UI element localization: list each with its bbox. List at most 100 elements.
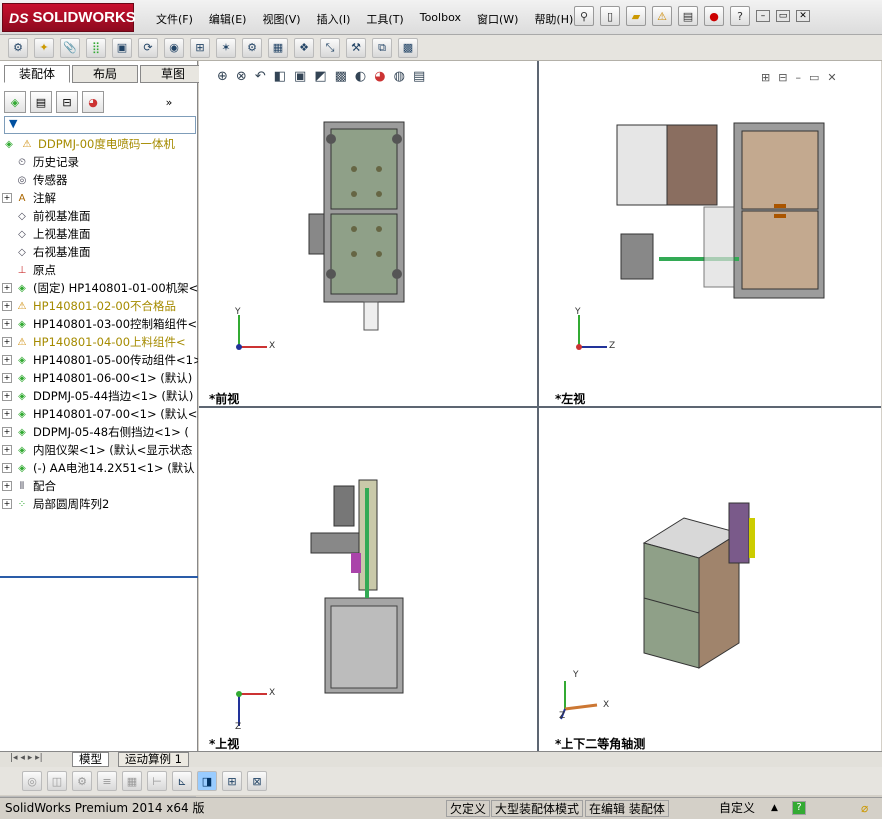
close-icon[interactable]: ✕ — [796, 10, 810, 22]
tree-root[interactable]: ◈ ⚠ DDPMJ-00度电喷码一体机 — [2, 135, 198, 153]
tree-item[interactable]: ⊥ 原点 — [2, 261, 198, 279]
property-manager-icon[interactable]: ▤ — [30, 91, 52, 113]
show-hidden-icon[interactable]: ◉ — [164, 37, 184, 58]
mate-icon[interactable]: 📎 — [60, 37, 80, 58]
menu-insert[interactable]: 插入(I) — [309, 9, 359, 29]
tree-item[interactable]: + ⫴ 配合 — [2, 477, 198, 495]
pin-icon[interactable]: ⚲ — [574, 6, 594, 26]
calculate-icon[interactable]: ◎ — [22, 771, 42, 791]
tree-item[interactable]: ◇ 上视基准面 — [2, 225, 198, 243]
expand-icon[interactable]: + — [2, 481, 12, 491]
new-motion-study-icon[interactable]: ⚙ — [242, 37, 262, 58]
configuration-manager-icon[interactable]: ⊟ — [56, 91, 78, 113]
tree-item[interactable]: + ◈ HP140801-05-00传动组件<1> — [2, 351, 198, 369]
print-icon[interactable]: ▤ — [678, 6, 698, 26]
bill-of-materials-icon[interactable]: ▦ — [268, 37, 288, 58]
viewport-isometric[interactable]: Y X Z *上下二等角轴测 — [539, 408, 881, 751]
tree-item[interactable]: + ◈ 内阻仪架<1> (默认<显示状态 — [2, 441, 198, 459]
viewport-layout-icon[interactable]: ⊞ — [761, 71, 770, 84]
tree-item[interactable]: + ◈ DDPMJ-05-48右侧挡边<1> ( — [2, 423, 198, 441]
play-from-start-icon[interactable]: ◫ — [47, 771, 67, 791]
expand-icon[interactable]: + — [2, 283, 12, 293]
viewport-front[interactable]: Y X *前视 — [199, 89, 537, 406]
tree-item[interactable]: + ⚠ HP140801-04-00上料组件< — [2, 333, 198, 351]
hide-show-items-icon[interactable]: ◐ — [355, 69, 366, 84]
expand-icon[interactable]: + — [2, 409, 12, 419]
traffic-light-icon[interactable]: ● — [704, 6, 724, 26]
dynamic-annotation-icon[interactable]: ▣ — [294, 69, 306, 84]
tree-item[interactable]: + ◈ HP140801-03-00控制箱组件< — [2, 315, 198, 333]
viewport-close-icon[interactable]: ✕ — [827, 71, 836, 84]
tree-item[interactable]: + ◈ HP140801-07-00<1> (默认< — [2, 405, 198, 423]
tree-item[interactable]: + ⚠ HP140801-02-00不合格品 — [2, 297, 198, 315]
viewport-top[interactable]: X Z *上视 — [199, 408, 537, 751]
menu-view[interactable]: 视图(V) — [254, 9, 308, 29]
edit-appearance-icon[interactable]: ◕ — [374, 69, 385, 84]
expand-icon[interactable]: + — [2, 301, 12, 311]
expand-icon[interactable]: + — [2, 445, 12, 455]
new-file-icon[interactable]: ▯ — [600, 6, 620, 26]
section-view-icon[interactable]: ◧ — [274, 69, 286, 84]
tab-motion-study[interactable]: 运动算例 1 — [118, 752, 189, 767]
help-icon[interactable]: ? — [730, 6, 750, 26]
menu-file[interactable]: 文件(F) — [148, 9, 201, 29]
tree-filter[interactable]: ▼ — [4, 116, 196, 134]
menu-tools[interactable]: 工具(T) — [358, 9, 411, 29]
tree-item[interactable]: ⏲ 历史记录 — [2, 153, 198, 171]
rebuild-warning-icon[interactable]: ⚠ — [652, 6, 672, 26]
tab-sketch[interactable]: 草图 — [140, 65, 206, 83]
exploded-view-icon[interactable]: ❖ — [294, 37, 314, 58]
insert-component-icon[interactable]: ✦ — [34, 37, 54, 58]
quick-tips-icon[interactable]: ? — [792, 801, 806, 815]
tree-item[interactable]: + ⁘ 局部圆周阵列2 — [2, 495, 198, 513]
expand-icon[interactable]: + — [2, 373, 12, 383]
update-speedpak-icon[interactable]: ⧉ — [372, 37, 392, 58]
menu-edit[interactable]: 编辑(E) — [201, 9, 255, 29]
reference-geometry-icon[interactable]: ✶ — [216, 37, 236, 58]
tab-layout[interactable]: 布局 — [72, 65, 138, 83]
expand-icon[interactable]: + — [2, 337, 12, 347]
tree-item[interactable]: ◇ 前视基准面 — [2, 207, 198, 225]
timeline-icon[interactable]: ⊢ — [147, 771, 167, 791]
viewport-minimize-icon[interactable]: – — [795, 71, 801, 84]
viewport-left[interactable]: Y Z *左视 — [539, 89, 881, 406]
tab-model[interactable]: 模型 — [72, 752, 109, 767]
view-orientation-icon[interactable]: ◩ — [314, 69, 326, 84]
zoom-area-icon[interactable]: ⊗ — [236, 69, 247, 84]
viewport-restore-icon[interactable]: ▭ — [809, 71, 819, 84]
tab-assembly[interactable]: 装配体 — [4, 65, 70, 83]
feature-manager-icon[interactable]: ◈ — [4, 91, 26, 113]
table-icon[interactable]: ⊞ — [222, 771, 242, 791]
open-file-icon[interactable]: ▰ — [626, 6, 646, 26]
expand-icon[interactable]: + — [2, 499, 12, 509]
smart-fasteners-icon[interactable]: ▣ — [112, 37, 132, 58]
display-style-icon[interactable]: ▩ — [335, 69, 347, 84]
explode-line-icon[interactable]: ⤡ — [320, 37, 340, 58]
instant3d-icon[interactable]: ⚒ — [346, 37, 366, 58]
expand-panel-icon[interactable]: » — [158, 91, 180, 113]
expand-icon[interactable]: + — [2, 391, 12, 401]
stop-icon[interactable]: ≡ — [97, 771, 117, 791]
tree-item[interactable]: + ◈ (-) AA电池14.2X51<1> (默认 — [2, 459, 198, 477]
tree-item[interactable]: ◇ 右视基准面 — [2, 243, 198, 261]
graphics-area[interactable]: ⊕ ⊗ ↶ ◧ ▣ ◩ ▩ ◐ ◕ ◍ ▤ ⊞ ⊟ – ▭ ✕ Y X *前视 … — [199, 61, 881, 751]
zoom-to-fit-icon[interactable]: ⊕ — [217, 69, 228, 84]
edit-component-icon[interactable]: ⚙ — [8, 37, 28, 58]
linear-pattern-icon[interactable]: ⣿ — [86, 37, 106, 58]
results-plot-icon[interactable]: ⊾ — [172, 771, 192, 791]
expand-icon[interactable]: + — [2, 427, 12, 437]
expand-icon[interactable]: + — [2, 463, 12, 473]
status-units[interactable]: 自定义 — [716, 800, 758, 817]
tree-item[interactable]: + ◈ DDPMJ-05-44挡边<1> (默认) — [2, 387, 198, 405]
status-large-assembly-mode[interactable]: 大型装配体模式 — [491, 800, 584, 817]
tree-item[interactable]: ◎ 传感器 — [2, 171, 198, 189]
tree-item[interactable]: + A 注解 — [2, 189, 198, 207]
play-icon[interactable]: ⚙ — [72, 771, 92, 791]
previous-view-icon[interactable]: ↶ — [255, 69, 266, 84]
display-manager-icon[interactable]: ◕ — [82, 91, 104, 113]
pin-status-icon[interactable]: ⌀ — [858, 800, 871, 817]
tree-item[interactable]: + ◈ (固定) HP140801-01-00机架< — [2, 279, 198, 297]
3d-view-icon[interactable]: ◨ — [197, 771, 217, 791]
tab-scroll-arrows[interactable]: |◂ ◂ ▸ ▸| — [4, 752, 70, 767]
units-dropdown-icon[interactable]: ▲ — [768, 800, 781, 817]
